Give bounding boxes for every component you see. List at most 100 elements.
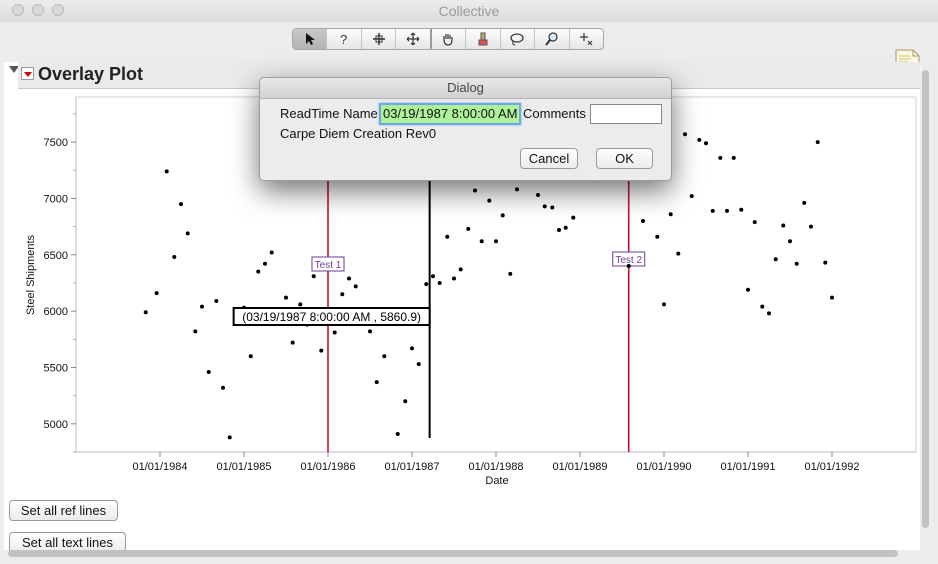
data-point[interactable] (332, 330, 337, 335)
data-point[interactable] (788, 239, 792, 244)
cancel-button[interactable]: Cancel (520, 148, 578, 169)
data-point[interactable] (731, 155, 736, 160)
data-point[interactable] (557, 227, 561, 232)
data-point[interactable] (536, 193, 540, 198)
crosshair-move-icon[interactable] (396, 29, 432, 49)
data-point[interactable] (662, 302, 666, 307)
data-point[interactable] (718, 155, 723, 160)
data-point[interactable] (704, 141, 708, 146)
data-point[interactable] (725, 208, 729, 213)
data-point[interactable] (164, 169, 169, 174)
data-point[interactable] (395, 431, 400, 436)
cursor-readout: (03/19/1987 8:00:00 AM , 5860.9) (242, 310, 421, 324)
arrow-tool-icon[interactable] (293, 29, 328, 49)
data-point[interactable] (542, 204, 547, 209)
data-point[interactable] (368, 329, 372, 334)
data-point[interactable] (340, 292, 345, 297)
annotate-crosshair-icon[interactable] (570, 29, 603, 49)
data-point[interactable] (154, 291, 159, 296)
grabber-hand-icon[interactable] (432, 29, 467, 49)
data-point[interactable] (641, 218, 645, 223)
data-point[interactable] (655, 234, 660, 239)
data-point[interactable] (571, 215, 576, 220)
data-point[interactable] (683, 132, 687, 137)
toolbar: ? (0, 22, 938, 77)
data-point[interactable] (739, 207, 744, 212)
data-point[interactable] (458, 267, 463, 272)
brush-icon[interactable] (466, 29, 501, 49)
data-point[interactable] (374, 380, 379, 385)
data-point[interactable] (403, 399, 408, 404)
data-point[interactable] (193, 329, 198, 334)
data-point[interactable] (794, 261, 799, 266)
horizontal-scrollbar[interactable] (8, 550, 898, 557)
data-point[interactable] (248, 354, 253, 359)
red-triangle-menu-icon[interactable] (21, 67, 34, 80)
data-point[interactable] (550, 205, 555, 210)
data-point[interactable] (200, 304, 204, 309)
data-point[interactable] (424, 282, 429, 287)
data-point[interactable] (773, 257, 778, 262)
data-point[interactable] (431, 274, 435, 279)
selection-tool-icon[interactable] (362, 29, 397, 49)
data-point[interactable] (767, 311, 771, 316)
data-point[interactable] (676, 251, 681, 256)
data-point[interactable] (710, 208, 715, 213)
data-point[interactable] (802, 200, 807, 205)
ok-button[interactable]: OK (596, 148, 653, 169)
data-point[interactable] (752, 220, 757, 225)
data-point[interactable] (298, 302, 303, 307)
data-point[interactable] (466, 226, 471, 231)
lasso-icon[interactable] (501, 29, 536, 49)
data-point[interactable] (172, 255, 177, 260)
data-point[interactable] (206, 369, 211, 374)
data-point[interactable] (221, 385, 225, 390)
data-point[interactable] (382, 354, 387, 359)
x-tick-label: 01/01/1987 (384, 461, 439, 473)
data-point[interactable] (697, 137, 702, 142)
comments-input[interactable] (590, 104, 662, 124)
data-point[interactable] (515, 187, 519, 192)
vertical-scrollbar[interactable] (922, 70, 929, 528)
data-point[interactable] (479, 239, 484, 244)
data-point[interactable] (179, 202, 183, 207)
data-point[interactable] (473, 188, 477, 193)
data-point[interactable] (284, 295, 288, 300)
data-point[interactable] (809, 224, 813, 229)
data-point[interactable] (143, 310, 148, 315)
data-point[interactable] (781, 223, 786, 228)
data-point[interactable] (269, 250, 274, 255)
data-point[interactable] (311, 274, 316, 279)
data-point[interactable] (263, 261, 267, 266)
data-point[interactable] (494, 239, 498, 244)
data-point[interactable] (227, 435, 232, 440)
data-point[interactable] (416, 362, 421, 367)
data-point[interactable] (626, 264, 631, 269)
data-point[interactable] (487, 198, 492, 203)
data-point[interactable] (290, 340, 295, 345)
data-point[interactable] (563, 225, 568, 230)
data-point[interactable] (823, 260, 828, 265)
data-point[interactable] (760, 304, 765, 309)
data-point[interactable] (347, 276, 351, 281)
data-point[interactable] (830, 295, 834, 300)
data-point[interactable] (410, 346, 414, 351)
data-point[interactable] (319, 348, 324, 353)
data-point[interactable] (445, 234, 450, 239)
data-point[interactable] (746, 287, 750, 292)
data-point[interactable] (452, 276, 456, 281)
data-point[interactable] (256, 269, 261, 274)
data-point[interactable] (508, 271, 513, 276)
data-point[interactable] (815, 140, 820, 145)
set-all-ref-lines-button[interactable]: Set all ref lines (9, 500, 118, 521)
data-point[interactable] (437, 280, 442, 285)
data-point[interactable] (214, 298, 219, 303)
data-point[interactable] (689, 194, 694, 199)
readtime-input[interactable]: 03/19/1987 8:00:00 AM (379, 103, 521, 125)
data-point[interactable] (353, 284, 358, 289)
data-point[interactable] (185, 231, 190, 236)
data-point[interactable] (668, 212, 673, 217)
magnifier-icon[interactable] (535, 29, 570, 49)
data-point[interactable] (500, 213, 505, 218)
help-tool-icon[interactable]: ? (327, 29, 362, 49)
